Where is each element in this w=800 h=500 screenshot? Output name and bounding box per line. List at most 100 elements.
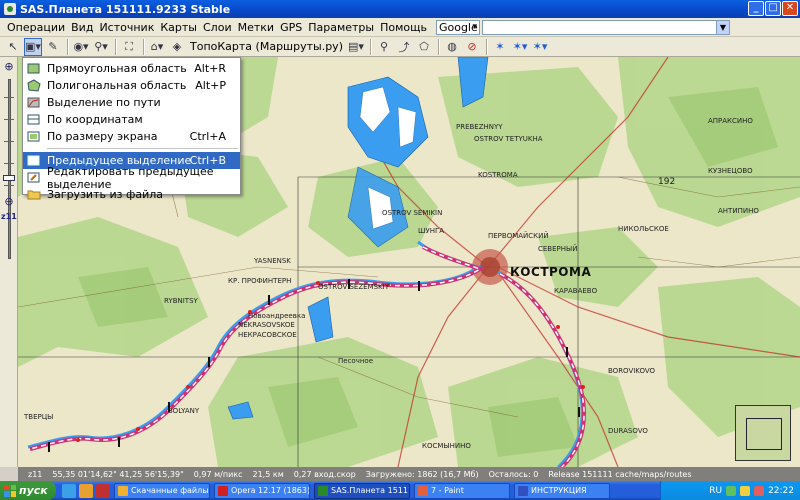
menu-view[interactable]: Вид (68, 21, 96, 34)
maximize-button[interactable]: □ (765, 1, 781, 16)
search-input[interactable]: ▼ (481, 19, 730, 35)
satellite-center-icon[interactable]: ✶▾ (531, 38, 549, 56)
status-zoom: z11 (28, 469, 43, 479)
cursor-icon[interactable]: ↖ (4, 38, 22, 56)
menu-maps[interactable]: Карты (157, 21, 200, 34)
task-paint[interactable]: 7 - Paint (414, 482, 510, 499)
system-tray: RU 22:22 (660, 481, 800, 500)
zoom-slider-track[interactable] (8, 79, 11, 259)
menu-marks[interactable]: Метки (235, 21, 277, 34)
screen-size-icon (27, 131, 40, 142)
map-source-label[interactable]: ТопоКарта (Маршруты.ру) (190, 40, 343, 53)
start-label: пуск (19, 484, 48, 497)
minimap[interactable] (735, 405, 791, 461)
clock: 22:22 (768, 485, 794, 496)
volume-icon[interactable] (740, 485, 751, 496)
toolbar-separator (486, 38, 488, 55)
map-label-kuznetsovo: КУЗНЕЦОВО (708, 167, 753, 175)
menu-operations[interactable]: Операции (4, 21, 68, 34)
opera-icon[interactable] (96, 483, 110, 498)
sas-planeta-icon (318, 485, 328, 496)
map-source-icon[interactable]: ◈ (168, 38, 186, 56)
gps-icon[interactable]: ◍ (443, 38, 461, 56)
task-opera[interactable]: Opera 12.17 (1863): ... (214, 482, 310, 499)
menu-gps[interactable]: GPS (277, 21, 305, 34)
task-label: Скачанные файлы - ... (131, 486, 209, 495)
zoom-out-icon[interactable]: ⊖ (2, 195, 16, 209)
menu-item-edit-previous-selection[interactable]: Редактировать предыдущее выделение (23, 165, 240, 191)
title-bar: SAS.Планета 151111.9233 Stable _ □ ✕ (0, 0, 800, 18)
zoom-in-icon[interactable]: ⊕ (2, 60, 16, 74)
previous-selection-icon (27, 155, 40, 166)
browser-icon[interactable] (79, 483, 93, 498)
layers-icon[interactable]: ▤▾ (347, 38, 365, 56)
menu-source[interactable]: Источник (96, 21, 157, 34)
map-label-ostrov-sezemskiy: OSTROV SEZEMSKIY (318, 283, 389, 291)
status-resolution: 0,97 м/пикс (193, 469, 243, 479)
menu-item-screen-size[interactable]: По размеру экрана Ctrl+A (23, 128, 240, 145)
menu-item-load-from-file[interactable]: Загрузить из файла (23, 186, 240, 203)
globe-icon[interactable]: ◉▾ (72, 38, 90, 56)
polygon-icon[interactable]: ⬠ (415, 38, 433, 56)
placemark-icon[interactable]: ⚲ (375, 38, 393, 56)
menu-item-rectangle-selection[interactable]: Прямоугольная область Alt+R (23, 60, 240, 77)
network-icon[interactable] (726, 485, 737, 496)
map-label-pervomayskiy: ПЕРВОМАЙСКИЙ (488, 232, 549, 240)
zoom-slider-thumb[interactable] (3, 175, 15, 181)
fullscreen-icon[interactable]: ⛶ (120, 38, 138, 56)
start-button[interactable]: пуск (0, 481, 56, 500)
selection-dropdown-menu: Прямоугольная область Alt+R Полигональна… (22, 57, 241, 201)
zoom-icon[interactable]: ⚲▾ (92, 38, 110, 56)
minimap-viewport[interactable] (746, 418, 782, 450)
task-downloads[interactable]: Скачанные файлы - ... (114, 482, 210, 499)
zoom-tick (4, 97, 14, 98)
menu-settings[interactable]: Параметры (305, 21, 377, 34)
zoom-panel: ⊕ z11 ⊖ (0, 57, 18, 467)
windows-logo-icon (4, 484, 16, 497)
toolbar: ↖ ▣▾ ✎ ◉▾ ⚲▾ ⛶ ⌂▾ ◈ ТопоКарта (Маршруты.… (0, 37, 800, 57)
ruler-icon[interactable]: ✎ (44, 38, 62, 56)
satellite-icon[interactable]: ⌂▾ (148, 38, 166, 56)
chevron-down-icon[interactable]: ▼ (715, 20, 729, 34)
antivirus-icon[interactable] (754, 485, 765, 496)
map-label-bolyany: BOLYANY (168, 407, 200, 415)
path-icon[interactable]: ⤴ (395, 38, 413, 56)
task-label: ИНСТРУКЦИЯ (531, 486, 587, 495)
zoom-tick (4, 185, 14, 186)
desktop-icon[interactable] (62, 483, 76, 498)
map-label-yasnensk: YASNENSK (254, 257, 291, 265)
menu-item-by-coordinates[interactable]: По координатам (23, 111, 240, 128)
menu-item-polygon-selection[interactable]: Полигональная область Alt+P (23, 77, 240, 94)
satellite-track-icon[interactable]: ✶ (491, 38, 509, 56)
map-label-ostrov-tetyukha: OSTROV TETYUKHA (474, 135, 543, 143)
language-indicator[interactable]: RU (709, 486, 722, 496)
menu-bar: Операции Вид Источник Карты Слои Метки G… (0, 18, 800, 37)
window-controls: _ □ ✕ (748, 1, 798, 16)
map-label-severny: СЕВЕРНЫЙ (538, 245, 578, 253)
polygon-selection-icon (27, 79, 41, 92)
menu-item-label: Полигональная область (47, 79, 187, 92)
opera-icon (218, 485, 228, 496)
menu-help[interactable]: Помощь (377, 21, 430, 34)
selection-tool-icon[interactable]: ▣▾ (24, 37, 42, 56)
map-label-shunga: ШУНГА (418, 227, 445, 235)
map-label-kosmynino: КОСМЫНИНО (422, 442, 471, 450)
satellite-track-dropdown-icon[interactable]: ✶▾ (511, 38, 529, 56)
toolbar-separator (370, 38, 372, 55)
stop-icon[interactable]: ⊘ (463, 38, 481, 56)
task-label: Opera 12.17 (1863): ... (231, 486, 310, 495)
minimize-button[interactable]: _ (748, 1, 764, 16)
zoom-tick (4, 119, 14, 120)
menu-layers[interactable]: Слои (200, 21, 235, 34)
status-cache-path: Release 151111 cache/maps/routes (548, 469, 692, 479)
search-engine-select[interactable]: Google (435, 19, 480, 35)
task-label: SAS.Планета 151111... (331, 486, 409, 495)
task-instruction[interactable]: ИНСТРУКЦИЯ (514, 482, 610, 499)
close-button[interactable]: ✕ (782, 1, 798, 16)
menu-item-path-selection[interactable]: Выделение по пути (23, 94, 240, 111)
task-label: 7 - Paint (431, 486, 464, 495)
task-sas-planeta[interactable]: SAS.Планета 151111... (314, 482, 410, 499)
coordinates-icon (27, 114, 40, 125)
map-label-ostrov-semikin: OSTROV SEMIKIN (382, 209, 443, 217)
map-label-antipino: АНТИПИНО (718, 207, 759, 215)
